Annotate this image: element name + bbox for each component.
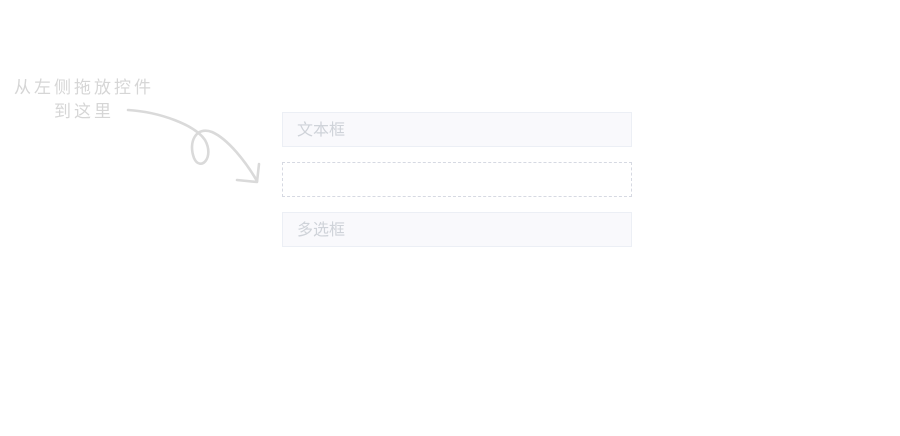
textbox-field[interactable]: 文本框 <box>282 112 632 147</box>
drop-hint-line-1: 从左侧拖放控件 <box>14 78 154 98</box>
multi-select-field[interactable]: 多选框 <box>282 212 632 247</box>
drop-hint: 从左侧拖放控件 到这里 <box>4 76 164 124</box>
drop-zone[interactable] <box>282 162 632 197</box>
textbox-label: 文本框 <box>297 120 346 139</box>
drop-hint-line-2: 到这里 <box>54 102 114 122</box>
multi-select-label: 多选框 <box>297 220 346 239</box>
